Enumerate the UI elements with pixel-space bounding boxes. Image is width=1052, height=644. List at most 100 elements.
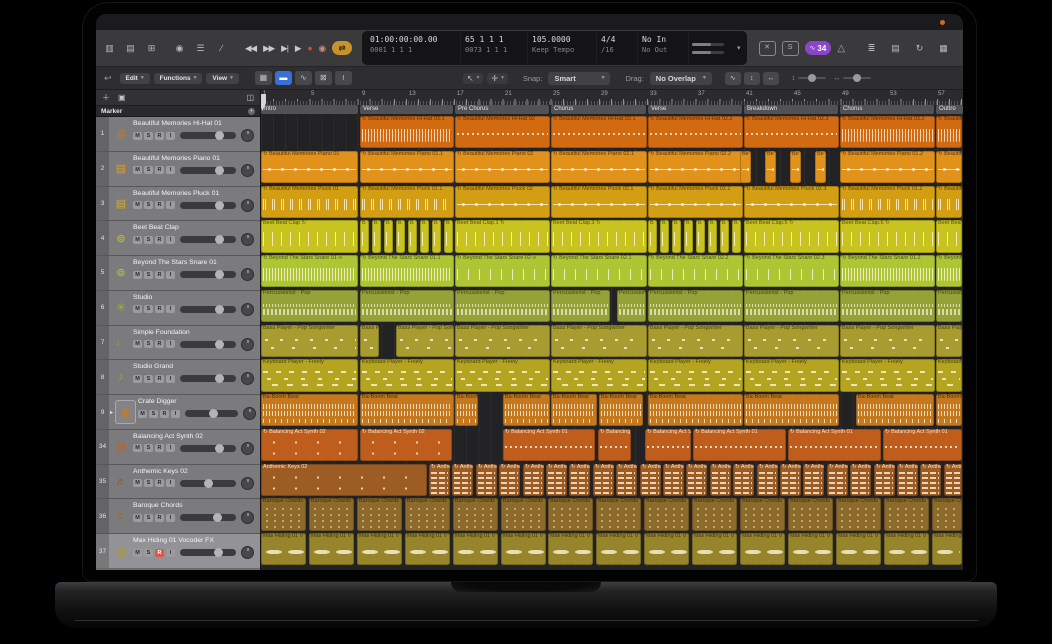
track-r-button[interactable]: R — [155, 479, 164, 487]
track-header-34[interactable]: 34▤Balancing Act Synth 02MSRI — [96, 430, 260, 465]
region[interactable]: Ba-Boom Beat — [360, 394, 454, 426]
region[interactable]: Bass Player - Pop Songwriter — [840, 325, 935, 357]
automation-button[interactable]: ∿ — [295, 71, 312, 85]
region[interactable]: ↻ Anthe — [452, 464, 473, 496]
region[interactable]: Keyboard Player - Freely — [261, 359, 358, 391]
region[interactable]: Baroque Chords — [453, 498, 498, 530]
region[interactable]: Max Hiding 01 V — [596, 533, 641, 565]
region[interactable]: B — [432, 220, 441, 252]
pan-knob[interactable] — [241, 129, 254, 142]
volume-slider[interactable] — [180, 271, 236, 278]
track-s-button[interactable]: S — [144, 514, 153, 522]
volume-slider[interactable] — [180, 341, 236, 348]
region[interactable]: ↻ Beautiful Memories Piano 01 — [261, 151, 358, 183]
track-s-button[interactable]: S — [144, 271, 153, 279]
region[interactable]: Percussionist - Pop — [551, 290, 610, 322]
region[interactable]: ↻ Balancing Act Synth 01 — [693, 429, 786, 461]
track-m-button[interactable]: M — [133, 479, 142, 487]
region[interactable]: Bass Player - Pop Songwriter — [261, 325, 358, 357]
track-s-button[interactable]: S — [144, 236, 153, 244]
region[interactable]: ↻ Beyond The Stars Snare 01.1 — [360, 255, 454, 287]
region[interactable]: ↻ Anthe — [710, 464, 731, 496]
track-header-8[interactable]: 8♪Studio GrandMSRI — [96, 360, 260, 395]
track-m-button[interactable]: M — [133, 132, 142, 140]
region[interactable]: ↻ Beautiful Memories Pluck 01 — [261, 186, 358, 218]
region[interactable]: ↻ Beautiful Memories Pluck 02 — [455, 186, 550, 218]
region[interactable]: ↻ Balancing Act Synth 01 — [503, 429, 595, 461]
go-to-end-button[interactable]: ▶| — [281, 43, 288, 54]
track-r-button[interactable]: R — [155, 375, 164, 383]
pan-knob[interactable] — [241, 303, 254, 316]
region[interactable]: ↻ Anthe — [499, 464, 520, 496]
region[interactable]: Ba-Boom — [936, 394, 962, 426]
section-marker[interactable]: Verse — [648, 105, 742, 114]
region[interactable]: ↻ Anthe — [733, 464, 754, 496]
region[interactable]: B — [660, 220, 669, 252]
inspector-icon[interactable]: ▤ — [123, 42, 138, 55]
track-m-button[interactable]: M — [133, 271, 142, 279]
region[interactable]: Ba-Boom Beat — [856, 394, 934, 426]
region[interactable]: Be — [815, 151, 826, 183]
region[interactable]: ↻ Anthe — [429, 464, 450, 496]
region[interactable]: Max Hiding 01 V — [884, 533, 929, 565]
track-header-5[interactable]: 5⊚Beyond The Stars Snare 01MSRI — [96, 256, 260, 291]
region[interactable]: ↻ Beautiful Memories Hi-Hat 03.1 — [360, 116, 454, 148]
region[interactable]: ↻ Beyond The Stars — [936, 255, 962, 287]
track-s-button[interactable]: S — [144, 549, 153, 557]
region[interactable]: Max Hiding 01 V — [740, 533, 785, 565]
region[interactable]: Keyboard Player - Freely — [840, 359, 935, 391]
region[interactable]: ↻ Anthe — [780, 464, 801, 496]
region[interactable]: Bass Player - Pop Songwriter — [744, 325, 839, 357]
region[interactable]: ↻ Balancing Act Synth 02 — [261, 429, 358, 461]
note-pads-icon[interactable]: ▤ — [888, 42, 903, 55]
region[interactable]: Be — [765, 151, 776, 183]
region[interactable]: ↻ Beautiful Memories Pluck 02.1 — [551, 186, 647, 218]
track-header-4[interactable]: 4⊚Beet Beat ClapMSRI — [96, 221, 260, 256]
share-icon[interactable]: △ — [837, 43, 845, 54]
track-r-button[interactable]: R — [155, 444, 164, 452]
track-i-button[interactable]: I — [166, 305, 175, 313]
region[interactable]: Beet Beat Clap.6 ↻ — [840, 220, 935, 252]
region[interactable]: B — [396, 220, 405, 252]
region[interactable]: Keyboard Player - Freely — [744, 359, 839, 391]
track-r-button[interactable]: R — [155, 236, 164, 244]
region[interactable]: Max Hiding 01 V — [501, 533, 546, 565]
track-r-button[interactable]: R — [155, 166, 164, 174]
region[interactable]: Max Hiding 01 V — [309, 533, 354, 565]
play-button[interactable]: ▶ — [295, 43, 301, 54]
region[interactable]: ↻ Balancing Act Synth 02 — [360, 429, 452, 461]
menu-edit[interactable]: Edit▾ — [120, 73, 150, 84]
region[interactable]: ↻ Beautiful Memories Piano 02.2 — [648, 151, 743, 183]
track-i-button[interactable]: I — [166, 236, 175, 244]
region[interactable]: ↻ Anthe — [593, 464, 614, 496]
region[interactable]: ↻ Anthe — [803, 464, 824, 496]
lcd-chevron-icon[interactable]: ▾ — [735, 44, 743, 52]
region[interactable]: Max Hiding 01 V — [548, 533, 593, 565]
region[interactable]: Baroque Chords — [357, 498, 402, 530]
track-r-button[interactable]: R — [155, 549, 164, 557]
volume-slider[interactable] — [185, 410, 238, 417]
drag-dropdown[interactable]: No Overlap ▾ — [650, 72, 712, 85]
track-m-button[interactable]: M — [133, 201, 142, 209]
region[interactable]: ↻ Beautiful Memories Piano — [936, 151, 962, 183]
volume-slider[interactable] — [180, 167, 236, 174]
volume-slider[interactable] — [180, 306, 236, 313]
region[interactable]: ↻ Anthe — [523, 464, 544, 496]
slider-knob[interactable] — [853, 74, 861, 82]
marquee-button[interactable]: ⊠ — [315, 71, 332, 85]
region[interactable]: Bass Player — [936, 325, 962, 357]
region[interactable]: Keyboard Player - Freely — [551, 359, 647, 391]
region[interactable]: ↻ Anthe — [663, 464, 684, 496]
region[interactable]: B — [720, 220, 729, 252]
track-header-2[interactable]: 2▤Beautiful Memories Piano 01MSRI — [96, 152, 260, 187]
region[interactable]: Max Hiding 01 V — [261, 533, 306, 565]
waveform-zoom-button[interactable]: ∿ — [725, 72, 741, 85]
track-r-button[interactable]: R — [155, 271, 164, 279]
region[interactable]: Baroque Chords — [788, 498, 833, 530]
disclosure-icon[interactable]: ▸ — [110, 409, 113, 416]
region[interactable]: Max Hiding 01 V — [644, 533, 689, 565]
region[interactable]: ↻ Anthe — [757, 464, 778, 496]
region[interactable]: Bass Player - Pop Songwriter — [360, 325, 379, 357]
region[interactable]: Ba-Boom Beat — [744, 394, 839, 426]
lcd-field-1[interactable]: 65 1 1 10073 1 1 1 — [460, 33, 527, 63]
